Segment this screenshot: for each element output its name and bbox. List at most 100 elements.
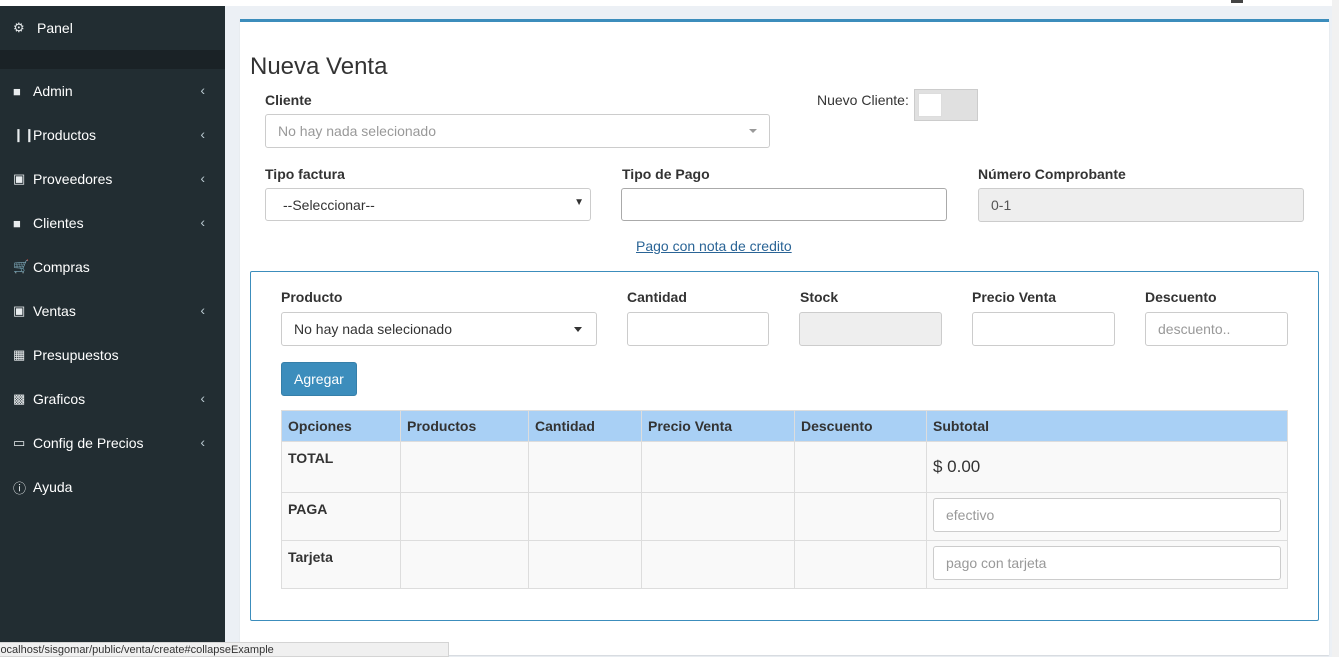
- col-cantidad: Cantidad: [528, 410, 642, 442]
- pago-nota-credito-link[interactable]: Pago con nota de credito: [636, 238, 792, 254]
- sidebar-item-label: Ventas: [33, 303, 76, 319]
- tipo-pago-input[interactable]: [621, 188, 947, 221]
- producto-select[interactable]: No hay nada selecionado: [281, 312, 597, 346]
- efectivo-placeholder: efectivo: [946, 507, 995, 523]
- producto-label: Producto: [281, 289, 343, 305]
- agregar-button[interactable]: Agregar: [281, 362, 357, 396]
- chevron-left-icon: ‹: [200, 302, 205, 318]
- shopping-cart-icon: 🛒: [13, 259, 30, 274]
- truck-icon: ▣: [13, 171, 26, 186]
- total-label: TOTAL: [281, 441, 401, 493]
- efectivo-input[interactable]: efectivo: [933, 498, 1281, 532]
- chevron-left-icon: ‹: [200, 170, 205, 186]
- chevron-left-icon: ‹: [200, 214, 205, 230]
- sidebar-item-label: Ayuda: [33, 479, 73, 495]
- descuento-input[interactable]: descuento..: [1145, 312, 1288, 346]
- sidebar-item-label: Presupuestos: [33, 347, 119, 363]
- bar-chart-icon: ▩: [13, 391, 26, 406]
- nuevo-cliente-toggle[interactable]: [914, 89, 978, 121]
- sidebar-item-ventas[interactable]: ▣ Ventas ‹: [0, 289, 225, 333]
- tarjeta-placeholder: pago con tarjeta: [946, 555, 1047, 571]
- detalle-venta-panel: Producto No hay nada selecionado Cantida…: [250, 271, 1319, 621]
- sidebar-item-label: Panel: [37, 20, 73, 36]
- sidebar-item-productos[interactable]: ❙❙ Productos ‹: [0, 113, 225, 157]
- chevron-left-icon: ‹: [200, 434, 205, 450]
- dashboard-icon: ⚙: [13, 20, 25, 35]
- col-precio-venta: Precio Venta: [641, 410, 795, 442]
- tarjeta-label: Tarjeta: [281, 540, 401, 589]
- caret-down-icon: [574, 327, 582, 332]
- table-cell: [641, 540, 795, 589]
- page-scrollbar[interactable]: [1332, 0, 1339, 657]
- sidebar-item-proveedores[interactable]: ▣ Proveedores ‹: [0, 157, 225, 201]
- table-cell: [528, 492, 642, 541]
- table-row-tarjeta: Tarjeta pago con tarjeta: [281, 540, 1288, 589]
- sidebar: ⚙ Panel ■ Admin ‹ ❙❙ Productos ‹ ▣ Prove…: [0, 6, 225, 657]
- venta-form-box: Nueva Venta Cliente No hay nada selecion…: [240, 19, 1329, 655]
- sidebar-item-label: Admin: [33, 83, 73, 99]
- laptop-icon: ▭: [13, 435, 26, 450]
- paga-cell: efectivo: [926, 492, 1288, 541]
- tipo-factura-select[interactable]: --Seleccionar-- ▼: [265, 188, 591, 221]
- col-opciones: Opciones: [281, 410, 401, 442]
- table-cell: [400, 540, 529, 589]
- col-subtotal: Subtotal: [926, 410, 1288, 442]
- sidebar-item-admin[interactable]: ■ Admin ‹: [0, 69, 225, 113]
- sidebar-item-config-precios[interactable]: ▭ Config de Precios ‹: [0, 421, 225, 465]
- table-header-row: Opciones Productos Cantidad Precio Venta…: [281, 410, 1288, 442]
- cliente-label: Cliente: [265, 92, 312, 108]
- tipo-factura-label: Tipo factura: [265, 166, 345, 182]
- sidebar-item-ayuda[interactable]: ⓘ Ayuda: [0, 465, 225, 509]
- folder-icon: ■: [13, 215, 21, 231]
- cliente-select-value: No hay nada selecionado: [278, 123, 437, 139]
- table-cell: [400, 441, 529, 493]
- numero-comprobante-input: 0-1: [978, 188, 1304, 222]
- window-control-icon: [1231, 0, 1243, 3]
- cliente-select[interactable]: No hay nada selecionado: [265, 114, 770, 148]
- sidebar-divider: [0, 50, 225, 69]
- sidebar-item-label: Graficos: [33, 391, 86, 407]
- tipo-pago-label: Tipo de Pago: [622, 166, 710, 182]
- barcode-icon: ❙❙: [13, 127, 35, 142]
- sidebar-item-presupuestos[interactable]: ▦ Presupuestos: [0, 333, 225, 377]
- precio-venta-input[interactable]: [972, 312, 1115, 346]
- tipo-factura-value: --Seleccionar--: [283, 196, 375, 213]
- sidebar-item-label: Clientes: [33, 215, 84, 231]
- table-row-paga: PAGA efectivo: [281, 492, 1288, 541]
- producto-select-value: No hay nada selecionado: [294, 321, 453, 337]
- cantidad-label: Cantidad: [627, 289, 687, 305]
- table-row-total: TOTAL $ 0.00: [281, 441, 1288, 493]
- cantidad-input[interactable]: [627, 312, 769, 346]
- sidebar-item-compras[interactable]: 🛒 Compras: [0, 245, 225, 289]
- chevron-left-icon: ‹: [200, 126, 205, 142]
- table-cell: [794, 492, 927, 541]
- paga-label: PAGA: [281, 492, 401, 541]
- sidebar-item-label: Config de Precios: [33, 435, 144, 451]
- sidebar-item-clientes[interactable]: ■ Clientes ‹: [0, 201, 225, 245]
- precio-venta-label: Precio Venta: [972, 289, 1057, 305]
- total-value: $ 0.00: [933, 457, 981, 476]
- stock-label: Stock: [800, 289, 839, 305]
- tarjeta-input[interactable]: pago con tarjeta: [933, 546, 1281, 580]
- total-cell: $ 0.00: [926, 441, 1288, 493]
- sidebar-item-panel[interactable]: ⚙ Panel: [0, 6, 225, 50]
- stock-input: [799, 312, 942, 346]
- sidebar-item-graficos[interactable]: ▩ Graficos ‹: [0, 377, 225, 421]
- col-descuento: Descuento: [794, 410, 927, 442]
- caret-down-icon: [749, 129, 757, 133]
- table-cell: [641, 441, 795, 493]
- table-cell: [528, 540, 642, 589]
- table-cell: [641, 492, 795, 541]
- info-circle-icon: ⓘ: [13, 480, 27, 496]
- money-icon: ▣: [13, 303, 26, 318]
- sidebar-item-label: Compras: [33, 259, 90, 275]
- table-cell: [528, 441, 642, 493]
- descuento-placeholder: descuento..: [1158, 321, 1231, 337]
- calculator-icon: ▦: [13, 347, 26, 362]
- table-cell: [794, 441, 927, 493]
- status-url-text: localhost/sisgomar/public/venta/create#c…: [0, 644, 274, 656]
- numero-comprobante-value: 0-1: [991, 197, 1012, 213]
- page-title: Nueva Venta: [250, 53, 388, 80]
- tarjeta-cell: pago con tarjeta: [926, 540, 1288, 589]
- nuevo-cliente-label: Nuevo Cliente:: [817, 92, 909, 108]
